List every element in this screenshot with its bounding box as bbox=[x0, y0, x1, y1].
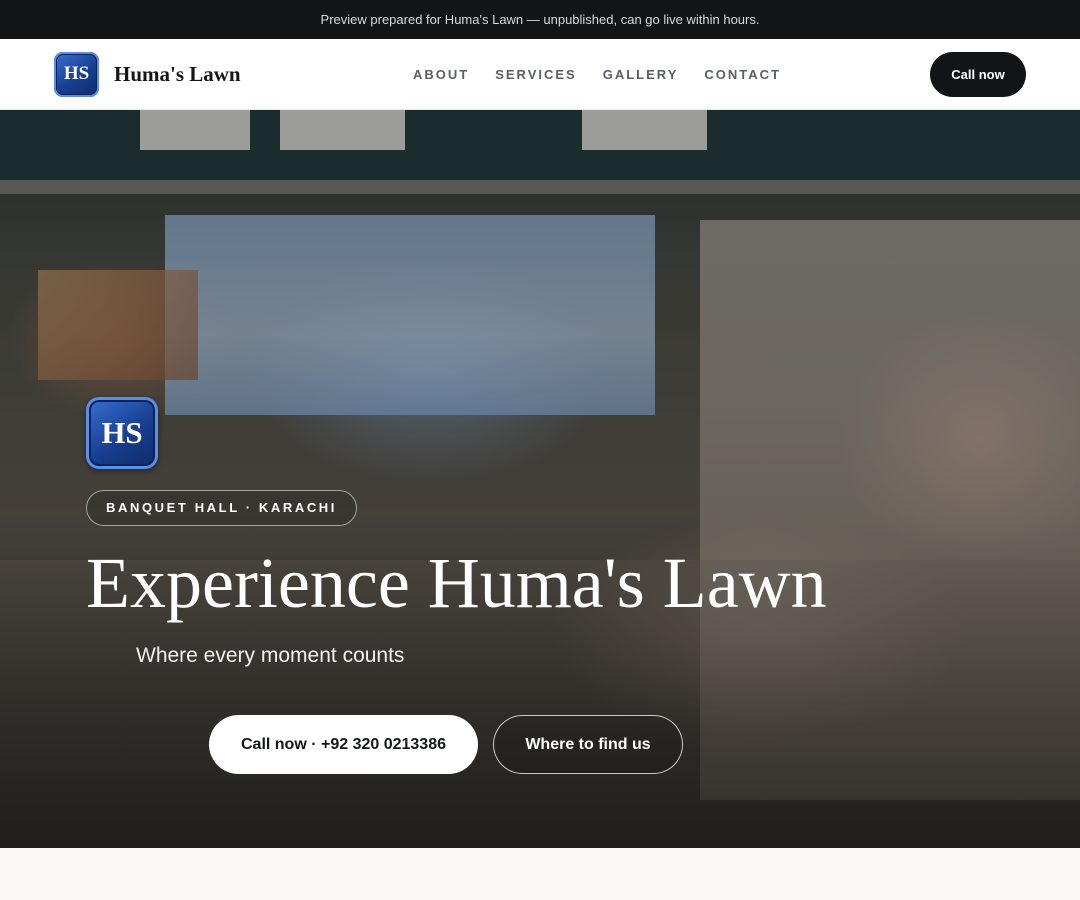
find-us-button[interactable]: Where to find us bbox=[493, 715, 683, 774]
preview-banner-text: Preview prepared for Huma's Lawn — unpub… bbox=[320, 12, 760, 27]
hero-badge: BANQUET HALL · KARACHI bbox=[86, 490, 358, 526]
brand[interactable]: HS Huma's Lawn bbox=[54, 51, 241, 97]
call-now-button[interactable]: Call now · +92 320 0213386 bbox=[209, 715, 478, 774]
nav-link-gallery[interactable]: GALLERY bbox=[603, 67, 679, 82]
header-call-button[interactable]: Call now bbox=[930, 52, 1026, 97]
brand-name[interactable]: Huma's Lawn bbox=[114, 62, 241, 87]
nav-link-services[interactable]: SERVICES bbox=[495, 67, 577, 82]
brand-logo[interactable]: HS bbox=[54, 51, 99, 97]
hero-content: HS BANQUET HALL · KARACHI Experience Hum… bbox=[86, 397, 827, 668]
hero-logo: HS bbox=[86, 397, 158, 469]
main-nav: ABOUT SERVICES GALLERY CONTACT bbox=[413, 39, 781, 110]
hero-subtitle: Where every moment counts bbox=[136, 643, 405, 667]
nav-link-contact[interactable]: CONTACT bbox=[704, 67, 781, 82]
nav-link-about[interactable]: ABOUT bbox=[413, 67, 469, 82]
page-below-hero bbox=[0, 848, 1080, 900]
site-header: HS Huma's Lawn ABOUT SERVICES GALLERY CO… bbox=[0, 39, 1080, 110]
preview-banner: Preview prepared for Huma's Lawn — unpub… bbox=[0, 0, 1080, 39]
hero-actions: Call now · +92 320 0213386 Where to find… bbox=[209, 715, 683, 774]
hero-title: Experience Huma's Lawn bbox=[86, 543, 827, 623]
hero-section: HS BANQUET HALL · KARACHI Experience Hum… bbox=[0, 110, 1080, 848]
